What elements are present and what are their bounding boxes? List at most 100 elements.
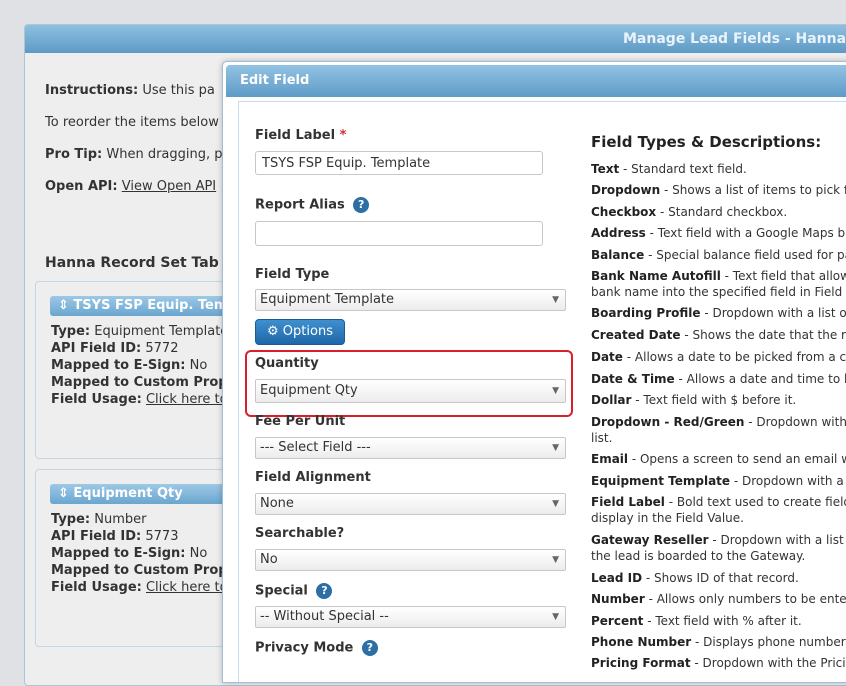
searchable-label: Searchable?	[255, 526, 345, 541]
quantity-value: Equipment Qty	[260, 383, 358, 398]
field-type-name: Lead ID	[591, 571, 643, 585]
quantity-label: Quantity	[255, 356, 319, 371]
field-type-desc-continued: list.	[591, 431, 613, 445]
field-type-name: Text	[591, 162, 620, 176]
field-type-desc-text: - Dropdown with a c	[748, 415, 846, 429]
field-type-desc-text: - Special balance field used for paym	[648, 248, 846, 262]
field-type-name: Number	[591, 592, 645, 606]
chevron-down-icon: ▼	[552, 295, 559, 305]
fee-per-unit-select[interactable]: --- Select Field --- ▼	[255, 437, 566, 459]
privacy-mode-text: Privacy Mode	[255, 640, 354, 656]
field-type-desc-text: - Bold text used to create field se	[668, 495, 846, 509]
field-type-description: Equipment Template - Dropdown with a lis…	[591, 473, 846, 489]
dialog-body: Field Label * Report Alias ? Field Type …	[238, 101, 846, 682]
field-type-name: Pricing Format	[591, 656, 691, 670]
protip-label: Pro Tip:	[45, 147, 103, 162]
field-type-name: Bank Name Autofill	[591, 269, 721, 283]
card-custom-row: Mapped to Custom Proper	[51, 375, 243, 390]
field-type-name: Phone Number	[591, 635, 692, 649]
field-type-desc-text: - Text field with a Google Maps butto	[649, 226, 846, 240]
instructions-text: Use this pa	[142, 83, 215, 98]
fee-per-unit-label: Fee Per Unit	[255, 414, 346, 429]
field-type-desc-text: - Standard text field.	[619, 162, 747, 176]
field-alignment-label: Field Alignment	[255, 470, 371, 485]
card-esign-value: No	[189, 546, 208, 561]
field-type-description: Boarding Profile - Dropdown with a list …	[591, 305, 846, 321]
openapi-link[interactable]: View Open API	[122, 179, 216, 194]
field-type-name: Dropdown	[591, 183, 661, 197]
field-type-description: Dropdown - Red/Green - Dropdown with a c…	[591, 414, 846, 446]
instructions-label: Instructions:	[45, 83, 139, 98]
field-type-select[interactable]: Equipment Template ▼	[255, 289, 566, 311]
options-button[interactable]: ⚙ Options	[255, 319, 345, 345]
field-alignment-select[interactable]: None ▼	[255, 493, 566, 515]
field-type-name: Gateway Reseller	[591, 533, 709, 547]
field-type-description: Percent - Text field with % after it.	[591, 613, 846, 629]
card-usage-label: Field Usage:	[51, 580, 142, 595]
card-esign-label: Mapped to E-Sign:	[51, 358, 186, 373]
card-usage-row: Field Usage: Click here to s	[51, 392, 238, 407]
field-type-description: Phone Number - Displays phone number in …	[591, 634, 846, 650]
field-type-desc-text: - Shows the date that the reco	[684, 328, 846, 342]
report-alias-input[interactable]	[255, 221, 543, 246]
card-type-label: Type:	[51, 324, 91, 339]
field-type-description: Text - Standard text field.	[591, 161, 846, 177]
field-type-name: Date & Time	[591, 372, 675, 386]
page-title: Manage Lead Fields - Hanna	[623, 31, 846, 47]
field-label-text: Field Label	[255, 128, 336, 143]
field-label-input[interactable]	[255, 151, 543, 175]
card-type-row: Type: Number	[51, 512, 147, 527]
help-icon[interactable]: ?	[353, 197, 370, 213]
help-icon[interactable]: ?	[361, 640, 378, 656]
field-type-name: Address	[591, 226, 646, 240]
report-alias-label: Report Alias ?	[255, 197, 370, 213]
field-label-label: Field Label *	[255, 128, 346, 143]
reorder-text: To reorder the items below	[45, 115, 219, 130]
field-type-desc-text: - Displays phone number in t	[695, 635, 846, 649]
help-icon[interactable]: ?	[316, 583, 333, 599]
field-type-desc-text: - Dropdown with the Pricing F	[694, 656, 846, 670]
field-type-desc-text: - Dropdown with a list	[733, 474, 846, 488]
field-type-description: Pricing Format - Dropdown with the Prici…	[591, 655, 846, 671]
field-type-desc-continued: bank name into the specified field in Fi…	[591, 285, 846, 299]
field-type-name: Dropdown - Red/Green	[591, 415, 745, 429]
field-type-name: Created Date	[591, 328, 681, 342]
edit-field-dialog: Edit Field Field Label * Report Alias ? …	[222, 61, 846, 683]
field-type-description: Dollar - Text field with $ before it.	[591, 392, 846, 408]
card-usage-row: Field Usage: Click here to s	[51, 580, 238, 595]
special-select[interactable]: -- Without Special -- ▼	[255, 606, 566, 628]
card-api-label: API Field ID:	[51, 529, 142, 544]
field-types-title: Field Types & Descriptions:	[591, 133, 822, 151]
instructions-line: Instructions: Use this pa	[45, 83, 215, 98]
field-type-name: Percent	[591, 614, 644, 628]
required-asterisk: *	[339, 128, 347, 143]
special-label: Special ?	[255, 583, 333, 599]
fee-per-unit-value: --- Select Field ---	[260, 440, 371, 455]
field-alignment-value: None	[260, 496, 294, 511]
card-api-label: API Field ID:	[51, 341, 142, 356]
dialog-header[interactable]: Edit Field	[226, 65, 846, 97]
field-type-name: Boarding Profile	[591, 306, 701, 320]
field-type-description: Date & Time - Allows a date and time to …	[591, 371, 846, 387]
card-custom-label: Mapped to Custom Proper	[51, 563, 243, 578]
card-custom-label: Mapped to Custom Proper	[51, 375, 243, 390]
card-type-value: Equipment Template	[94, 324, 229, 339]
field-type-description: Address - Text field with a Google Maps …	[591, 225, 846, 241]
field-type-description: Date - Allows a date to be picked from a…	[591, 349, 846, 365]
openapi-label: Open API:	[45, 179, 118, 194]
special-text: Special	[255, 583, 308, 599]
card-api-value: 5773	[145, 529, 179, 544]
quantity-select[interactable]: Equipment Qty ▼	[255, 379, 566, 403]
card-usage-label: Field Usage:	[51, 392, 142, 407]
card-api-row: API Field ID: 5773	[51, 529, 178, 544]
field-type-description: Dropdown - Shows a list of items to pick…	[591, 182, 846, 198]
field-type-desc-continued: the lead is boarded to the Gateway.	[591, 549, 806, 563]
background-header: Manage Lead Fields - Hanna	[25, 25, 846, 53]
searchable-select[interactable]: No ▼	[255, 549, 566, 571]
field-type-description: Created Date - Shows the date that the r…	[591, 327, 846, 343]
field-type-desc-text: - Standard checkbox.	[656, 205, 788, 219]
field-type-description: Bank Name Autofill - Text field that all…	[591, 268, 846, 300]
field-type-desc-text: - Opens a screen to send an email wher	[631, 452, 846, 466]
field-type-name: Equipment Template	[591, 474, 731, 488]
field-type-desc-text: - Text field that allows to	[724, 269, 846, 283]
